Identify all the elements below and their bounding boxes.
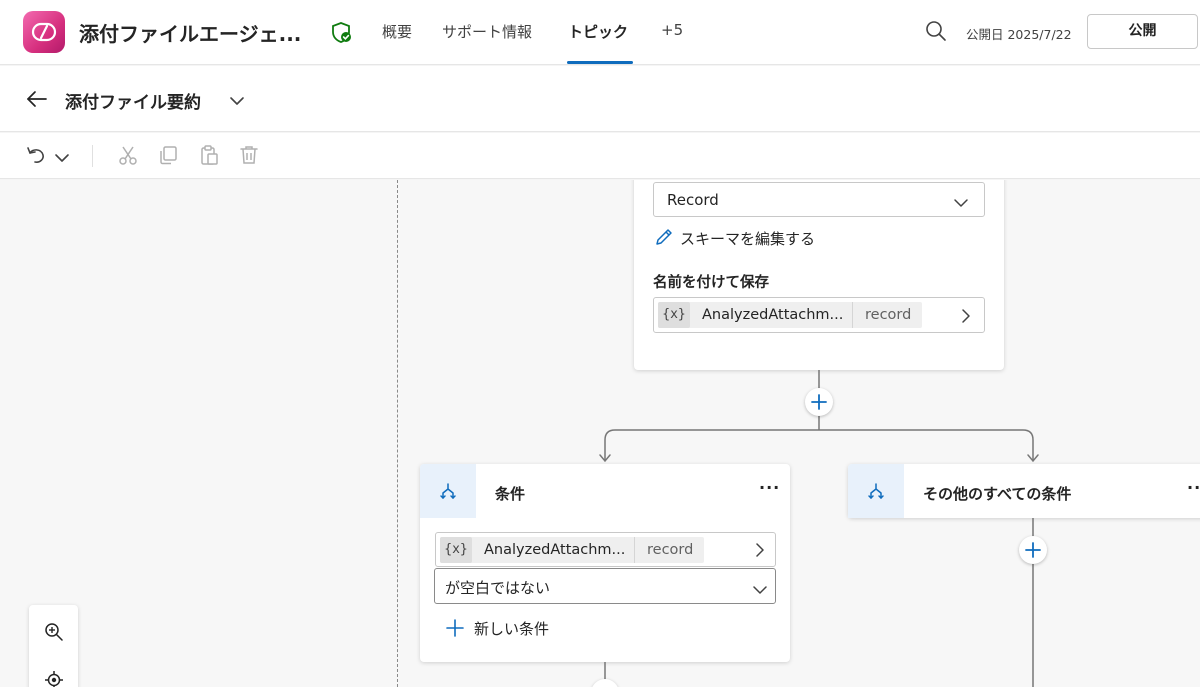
back-arrow-icon[interactable] (26, 89, 48, 113)
plus-icon (446, 619, 464, 637)
branch-connector (599, 370, 1039, 463)
lower-connectors (604, 518, 1034, 687)
canvas-boundary-line (397, 180, 398, 687)
zoom-controls (29, 605, 78, 687)
delete-icon[interactable] (238, 144, 260, 170)
tab-more[interactable]: +5 (661, 21, 683, 39)
new-condition-button[interactable]: 新しい条件 (446, 618, 549, 639)
tab-knowledge[interactable]: サポート情報 (442, 21, 532, 42)
type-select-value: Record (667, 191, 719, 209)
app-logo[interactable] (23, 11, 65, 53)
save-variable-field[interactable]: {x} AnalyzedAttachm... record (653, 297, 985, 333)
active-tab-indicator (567, 61, 633, 64)
shield-check-icon[interactable] (330, 21, 354, 49)
copilot-logo-icon (31, 22, 57, 42)
branch-icon (868, 483, 884, 500)
variable-icon: {x} (440, 537, 472, 563)
new-condition-label: 新しい条件 (474, 620, 550, 638)
tab-overview[interactable]: 概要 (382, 21, 412, 42)
authoring-canvas[interactable]: Record スキーマを編集する 名前を付けて保存 {x} AnalyzedAt… (0, 180, 1200, 687)
search-icon[interactable] (925, 20, 947, 46)
zoom-in-icon[interactable] (44, 622, 64, 646)
more-options-button[interactable]: ··· (759, 478, 780, 497)
node-card-parse[interactable]: Record スキーマを編集する 名前を付けて保存 {x} AnalyzedAt… (634, 180, 1004, 370)
add-node-button[interactable] (805, 388, 833, 416)
top-bar: 添付ファイルエージェ... 概要 サポート情報 トピック +5 公開日 2025… (0, 0, 1200, 65)
publish-button[interactable]: 公開 (1087, 14, 1198, 49)
save-as-label: 名前を付けて保存 (653, 275, 769, 291)
chevron-down-icon[interactable] (229, 92, 245, 111)
variable-type: record (852, 302, 911, 328)
pencil-icon (656, 229, 672, 245)
add-node-button[interactable] (1019, 536, 1047, 564)
tab-topics[interactable]: トピック (568, 21, 628, 42)
plus-icon (811, 394, 827, 410)
condition-branch-icon-box (848, 464, 904, 518)
variable-name: AnalyzedAttachm... (702, 307, 844, 323)
app-title[interactable]: 添付ファイルエージェ... (79, 18, 301, 47)
more-options-button[interactable]: ··· (1187, 478, 1200, 497)
else-condition-card[interactable]: その他のすべての条件 ··· (848, 464, 1200, 518)
topic-title[interactable]: 添付ファイル要約 (65, 88, 201, 113)
chevron-down-icon (953, 194, 969, 213)
operator-value: が空白ではない (445, 579, 551, 597)
chevron-right-icon[interactable] (960, 308, 972, 328)
paste-icon[interactable] (198, 144, 220, 170)
else-condition-title: その他のすべての条件 (923, 485, 1072, 503)
editor-toolbar (0, 133, 1200, 179)
type-select[interactable]: Record (653, 182, 985, 217)
undo-dropdown-chevron-icon[interactable] (54, 149, 70, 168)
plus-icon (1025, 542, 1041, 558)
branch-icon (440, 483, 456, 500)
publish-date: 公開日 2025/7/22 (966, 27, 1072, 42)
edit-schema-link[interactable]: スキーマを編集する (654, 227, 815, 249)
topic-header: 添付ファイル要約 (0, 66, 1200, 132)
variable-chip[interactable]: {x} AnalyzedAttachm... record (658, 302, 922, 328)
cut-icon[interactable] (117, 144, 139, 170)
copy-icon[interactable] (157, 144, 179, 170)
recenter-icon[interactable] (44, 670, 64, 687)
condition-title: 条件 (495, 485, 526, 503)
variable-icon: {x} (658, 302, 690, 328)
undo-icon[interactable] (25, 144, 47, 170)
toolbar-divider (92, 145, 93, 167)
condition-branch-icon-box (420, 464, 476, 518)
edit-schema-label: スキーマを編集する (680, 230, 816, 248)
